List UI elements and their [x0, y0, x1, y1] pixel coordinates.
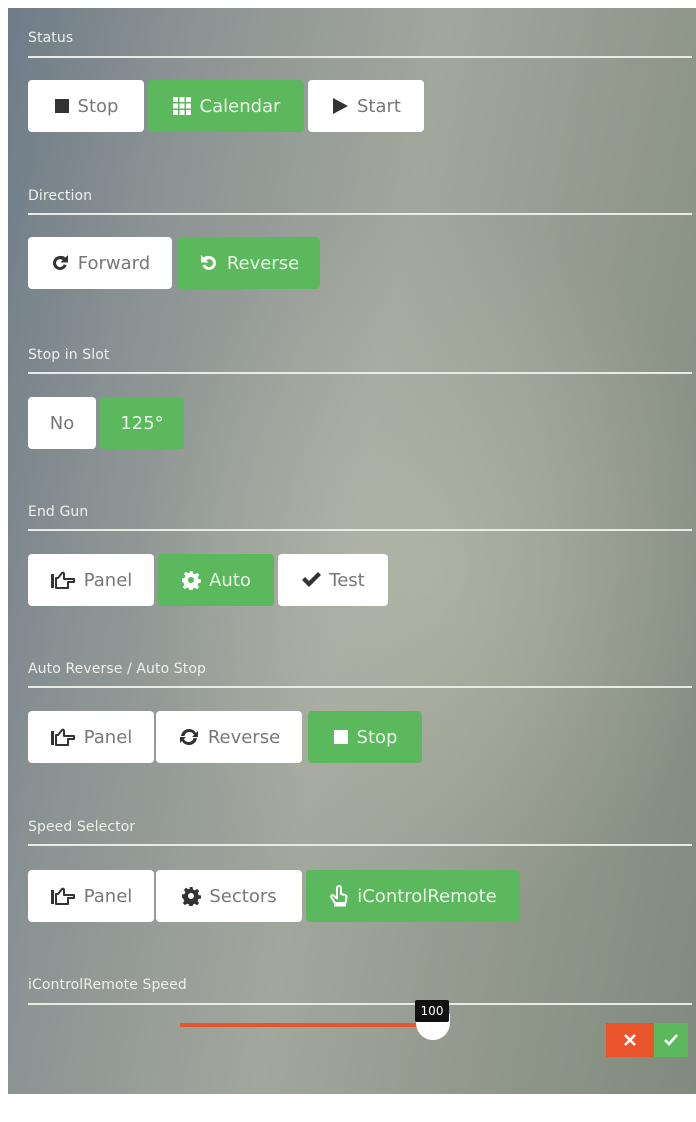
rotate-cw-icon	[50, 253, 70, 273]
speed-selector-sectors-button[interactable]: Sectors	[156, 870, 302, 922]
gear-icon	[181, 886, 202, 906]
play-icon	[331, 97, 349, 115]
stop-in-slot-label: Stop in Slot	[28, 347, 110, 363]
rotate-ccw-icon	[199, 253, 219, 273]
divider	[28, 56, 692, 58]
auto-reverse-panel-button[interactable]: Panel	[28, 711, 154, 763]
divider	[28, 844, 692, 846]
stop-in-slot-no-button[interactable]: No	[28, 397, 96, 449]
hand-touch-icon	[329, 885, 349, 907]
stop-in-slot-125-label: 125°	[120, 412, 164, 434]
end-gun-auto-button[interactable]: Auto	[158, 554, 274, 606]
direction-forward-label: Forward	[77, 252, 151, 274]
status-start-button[interactable]: Start	[308, 80, 424, 132]
divider	[28, 372, 692, 374]
grid-calendar-icon	[172, 96, 192, 116]
auto-reverse-stop-button[interactable]: Stop	[308, 711, 422, 763]
auto-reverse-reverse-button[interactable]: Reverse	[156, 711, 302, 763]
auto-reverse-button-group: Panel Reverse Stop	[8, 711, 696, 763]
auto-reverse-label: Auto Reverse / Auto Stop	[28, 661, 207, 677]
divider	[28, 529, 692, 531]
status-start-label: Start	[357, 95, 401, 117]
speed-selector-label: Speed Selector	[28, 819, 136, 835]
status-stop-label: Stop	[77, 95, 119, 117]
hand-point-icon	[50, 570, 76, 590]
end-gun-button-group: Panel Auto Test	[8, 554, 696, 606]
stop-in-slot-no-label: No	[49, 412, 75, 434]
divider	[28, 213, 692, 215]
square-stop-icon	[333, 729, 349, 745]
auto-reverse-reverse-label: Reverse	[207, 726, 281, 748]
end-gun-test-button[interactable]: Test	[278, 554, 388, 606]
speed-selector-icontrolremote-button[interactable]: iControlRemote	[306, 870, 520, 922]
status-calendar-label: Calendar	[199, 95, 281, 117]
hand-point-icon	[50, 886, 76, 906]
speed-selector-panel-button[interactable]: Panel	[28, 870, 154, 922]
square-stop-icon	[54, 98, 70, 114]
speed-value-tooltip: 100	[415, 1000, 449, 1022]
end-gun-label: End Gun	[28, 504, 89, 520]
settings-panel: Status Stop Calendar Start Direction For…	[8, 8, 696, 1094]
divider	[28, 1003, 692, 1005]
confirm-button[interactable]	[654, 1023, 688, 1057]
speed-selector-panel-label: Panel	[83, 885, 133, 907]
status-calendar-button[interactable]: Calendar	[148, 80, 304, 132]
direction-forward-button[interactable]: Forward	[28, 237, 172, 289]
status-stop-button[interactable]: Stop	[28, 80, 144, 132]
cancel-button[interactable]	[606, 1023, 654, 1057]
close-icon	[624, 1031, 636, 1050]
end-gun-panel-label: Panel	[83, 569, 133, 591]
divider	[28, 686, 692, 688]
gear-icon	[181, 570, 202, 590]
remote-speed-label: iControlRemote Speed	[28, 977, 187, 993]
speed-selector-icontrolremote-label: iControlRemote	[357, 885, 497, 907]
direction-reverse-label: Reverse	[226, 252, 300, 274]
speed-selector-button-group: Panel Sectors iControlRemote	[8, 870, 696, 922]
auto-reverse-stop-label: Stop	[356, 726, 398, 748]
auto-reverse-panel-label: Panel	[83, 726, 133, 748]
direction-label: Direction	[28, 188, 93, 204]
speed-selector-sectors-label: Sectors	[209, 885, 277, 907]
end-gun-panel-button[interactable]: Panel	[28, 554, 154, 606]
end-gun-test-label: Test	[329, 569, 365, 591]
status-label: Status	[28, 30, 74, 46]
check-icon	[301, 571, 322, 589]
direction-button-group: Forward Reverse	[8, 237, 696, 289]
speed-slider-track[interactable]	[180, 1023, 433, 1027]
refresh-icon	[178, 726, 200, 748]
direction-reverse-button[interactable]: Reverse	[178, 237, 320, 289]
hand-point-icon	[50, 727, 76, 747]
stop-in-slot-button-group: No 125°	[8, 397, 696, 449]
status-button-group: Stop Calendar Start	[8, 80, 696, 132]
check-icon	[664, 1031, 678, 1050]
stop-in-slot-125-button[interactable]: 125°	[100, 397, 184, 449]
end-gun-auto-label: Auto	[209, 569, 251, 591]
